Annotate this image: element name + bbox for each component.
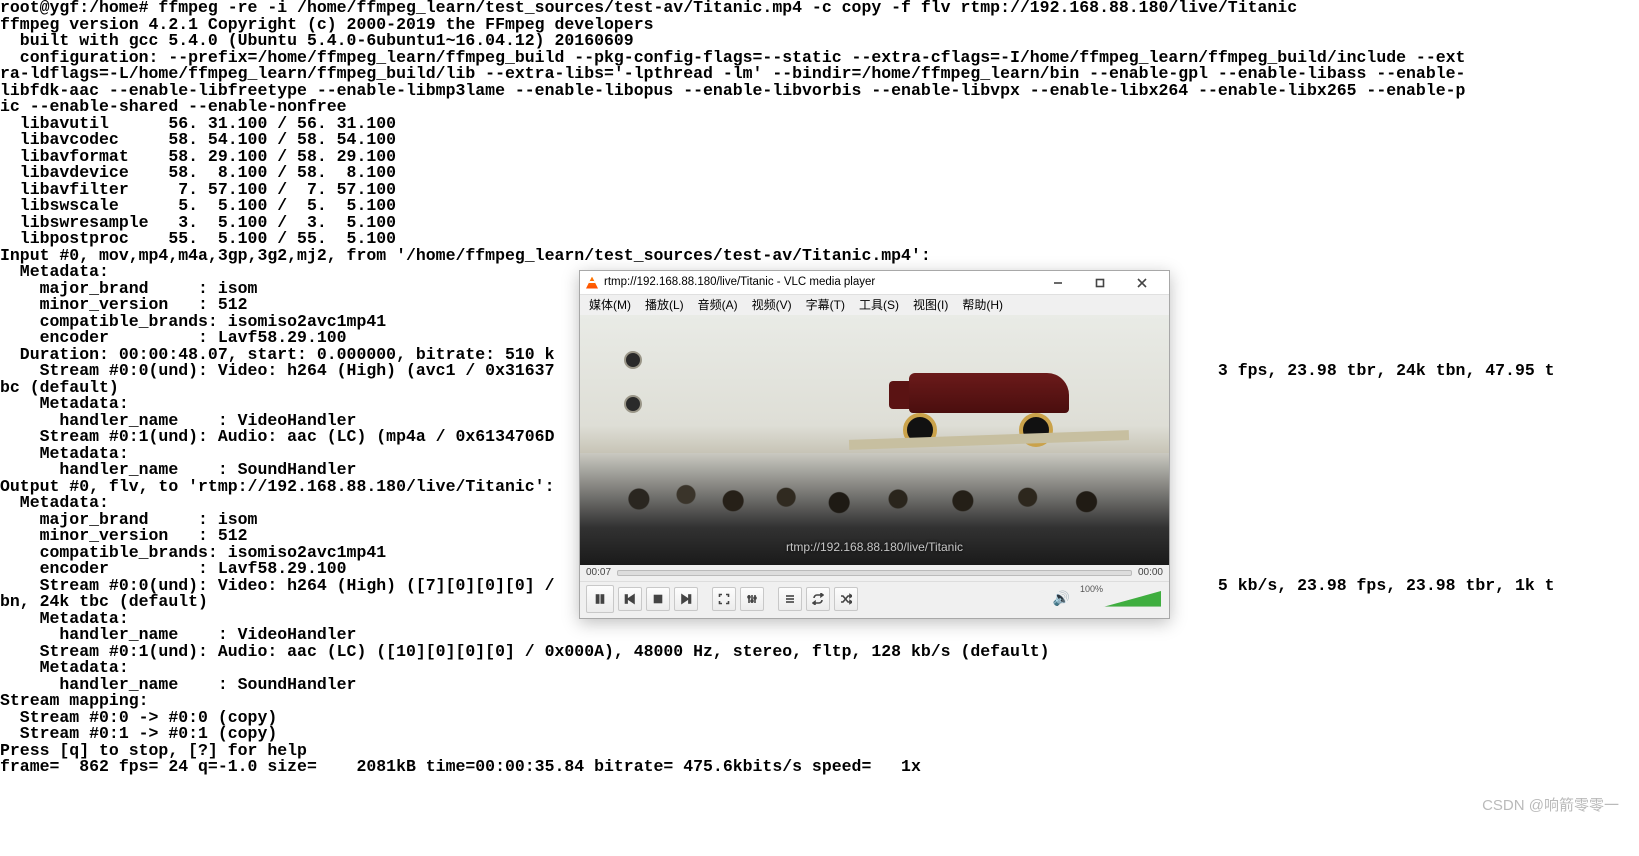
video-crowd xyxy=(580,445,1169,535)
seek-bar[interactable] xyxy=(617,570,1132,576)
volume-percent: 100% xyxy=(1080,581,1103,598)
next-button[interactable] xyxy=(674,587,698,611)
watermark-text: CSDN @响箭零零一 xyxy=(1482,798,1619,815)
minimize-button[interactable] xyxy=(1037,271,1079,295)
time-total: 00:00 xyxy=(1138,565,1163,582)
volume-slider[interactable] xyxy=(1103,590,1163,608)
playlist-button[interactable] xyxy=(778,587,802,611)
menu-playback[interactable]: 播放(L) xyxy=(640,296,689,315)
menu-subtitle[interactable]: 字幕(T) xyxy=(801,296,850,315)
shuffle-button[interactable] xyxy=(834,587,858,611)
menu-tools[interactable]: 工具(S) xyxy=(854,296,904,315)
vlc-cone-icon xyxy=(586,277,598,289)
extended-settings-button[interactable] xyxy=(740,587,764,611)
loop-button[interactable] xyxy=(806,587,830,611)
video-overlay-url: rtmp://192.168.88.180/live/Titanic xyxy=(786,539,963,556)
previous-button[interactable] xyxy=(618,587,642,611)
menu-video[interactable]: 视频(V) xyxy=(747,296,797,315)
menu-view[interactable]: 视图(I) xyxy=(908,296,953,315)
maximize-button[interactable] xyxy=(1079,271,1121,295)
pause-button[interactable] xyxy=(586,585,614,613)
menu-audio[interactable]: 音频(A) xyxy=(693,296,743,315)
video-car xyxy=(889,351,1099,441)
menu-media[interactable]: 媒体(M) xyxy=(584,296,636,315)
porthole-icon xyxy=(624,395,642,413)
volume-icon[interactable]: 🔊 xyxy=(1053,590,1070,607)
progress-bar-row: 00:07 00:00 xyxy=(580,565,1169,581)
stop-button[interactable] xyxy=(646,587,670,611)
video-area[interactable]: rtmp://192.168.88.180/live/Titanic xyxy=(580,315,1169,565)
menu-help[interactable]: 帮助(H) xyxy=(957,296,1008,315)
vlc-menubar: 媒体(M) 播放(L) 音频(A) 视频(V) 字幕(T) 工具(S) 视图(I… xyxy=(580,295,1169,315)
fullscreen-button[interactable] xyxy=(712,587,736,611)
close-button[interactable] xyxy=(1121,271,1163,295)
porthole-icon xyxy=(624,351,642,369)
vlc-window-title: rtmp://192.168.88.180/live/Titanic - VLC… xyxy=(604,274,1037,291)
vlc-window[interactable]: rtmp://192.168.88.180/live/Titanic - VLC… xyxy=(579,270,1170,619)
controls-row: 🔊 100% xyxy=(580,581,1169,615)
vlc-titlebar[interactable]: rtmp://192.168.88.180/live/Titanic - VLC… xyxy=(580,271,1169,295)
time-elapsed: 00:07 xyxy=(586,565,611,582)
